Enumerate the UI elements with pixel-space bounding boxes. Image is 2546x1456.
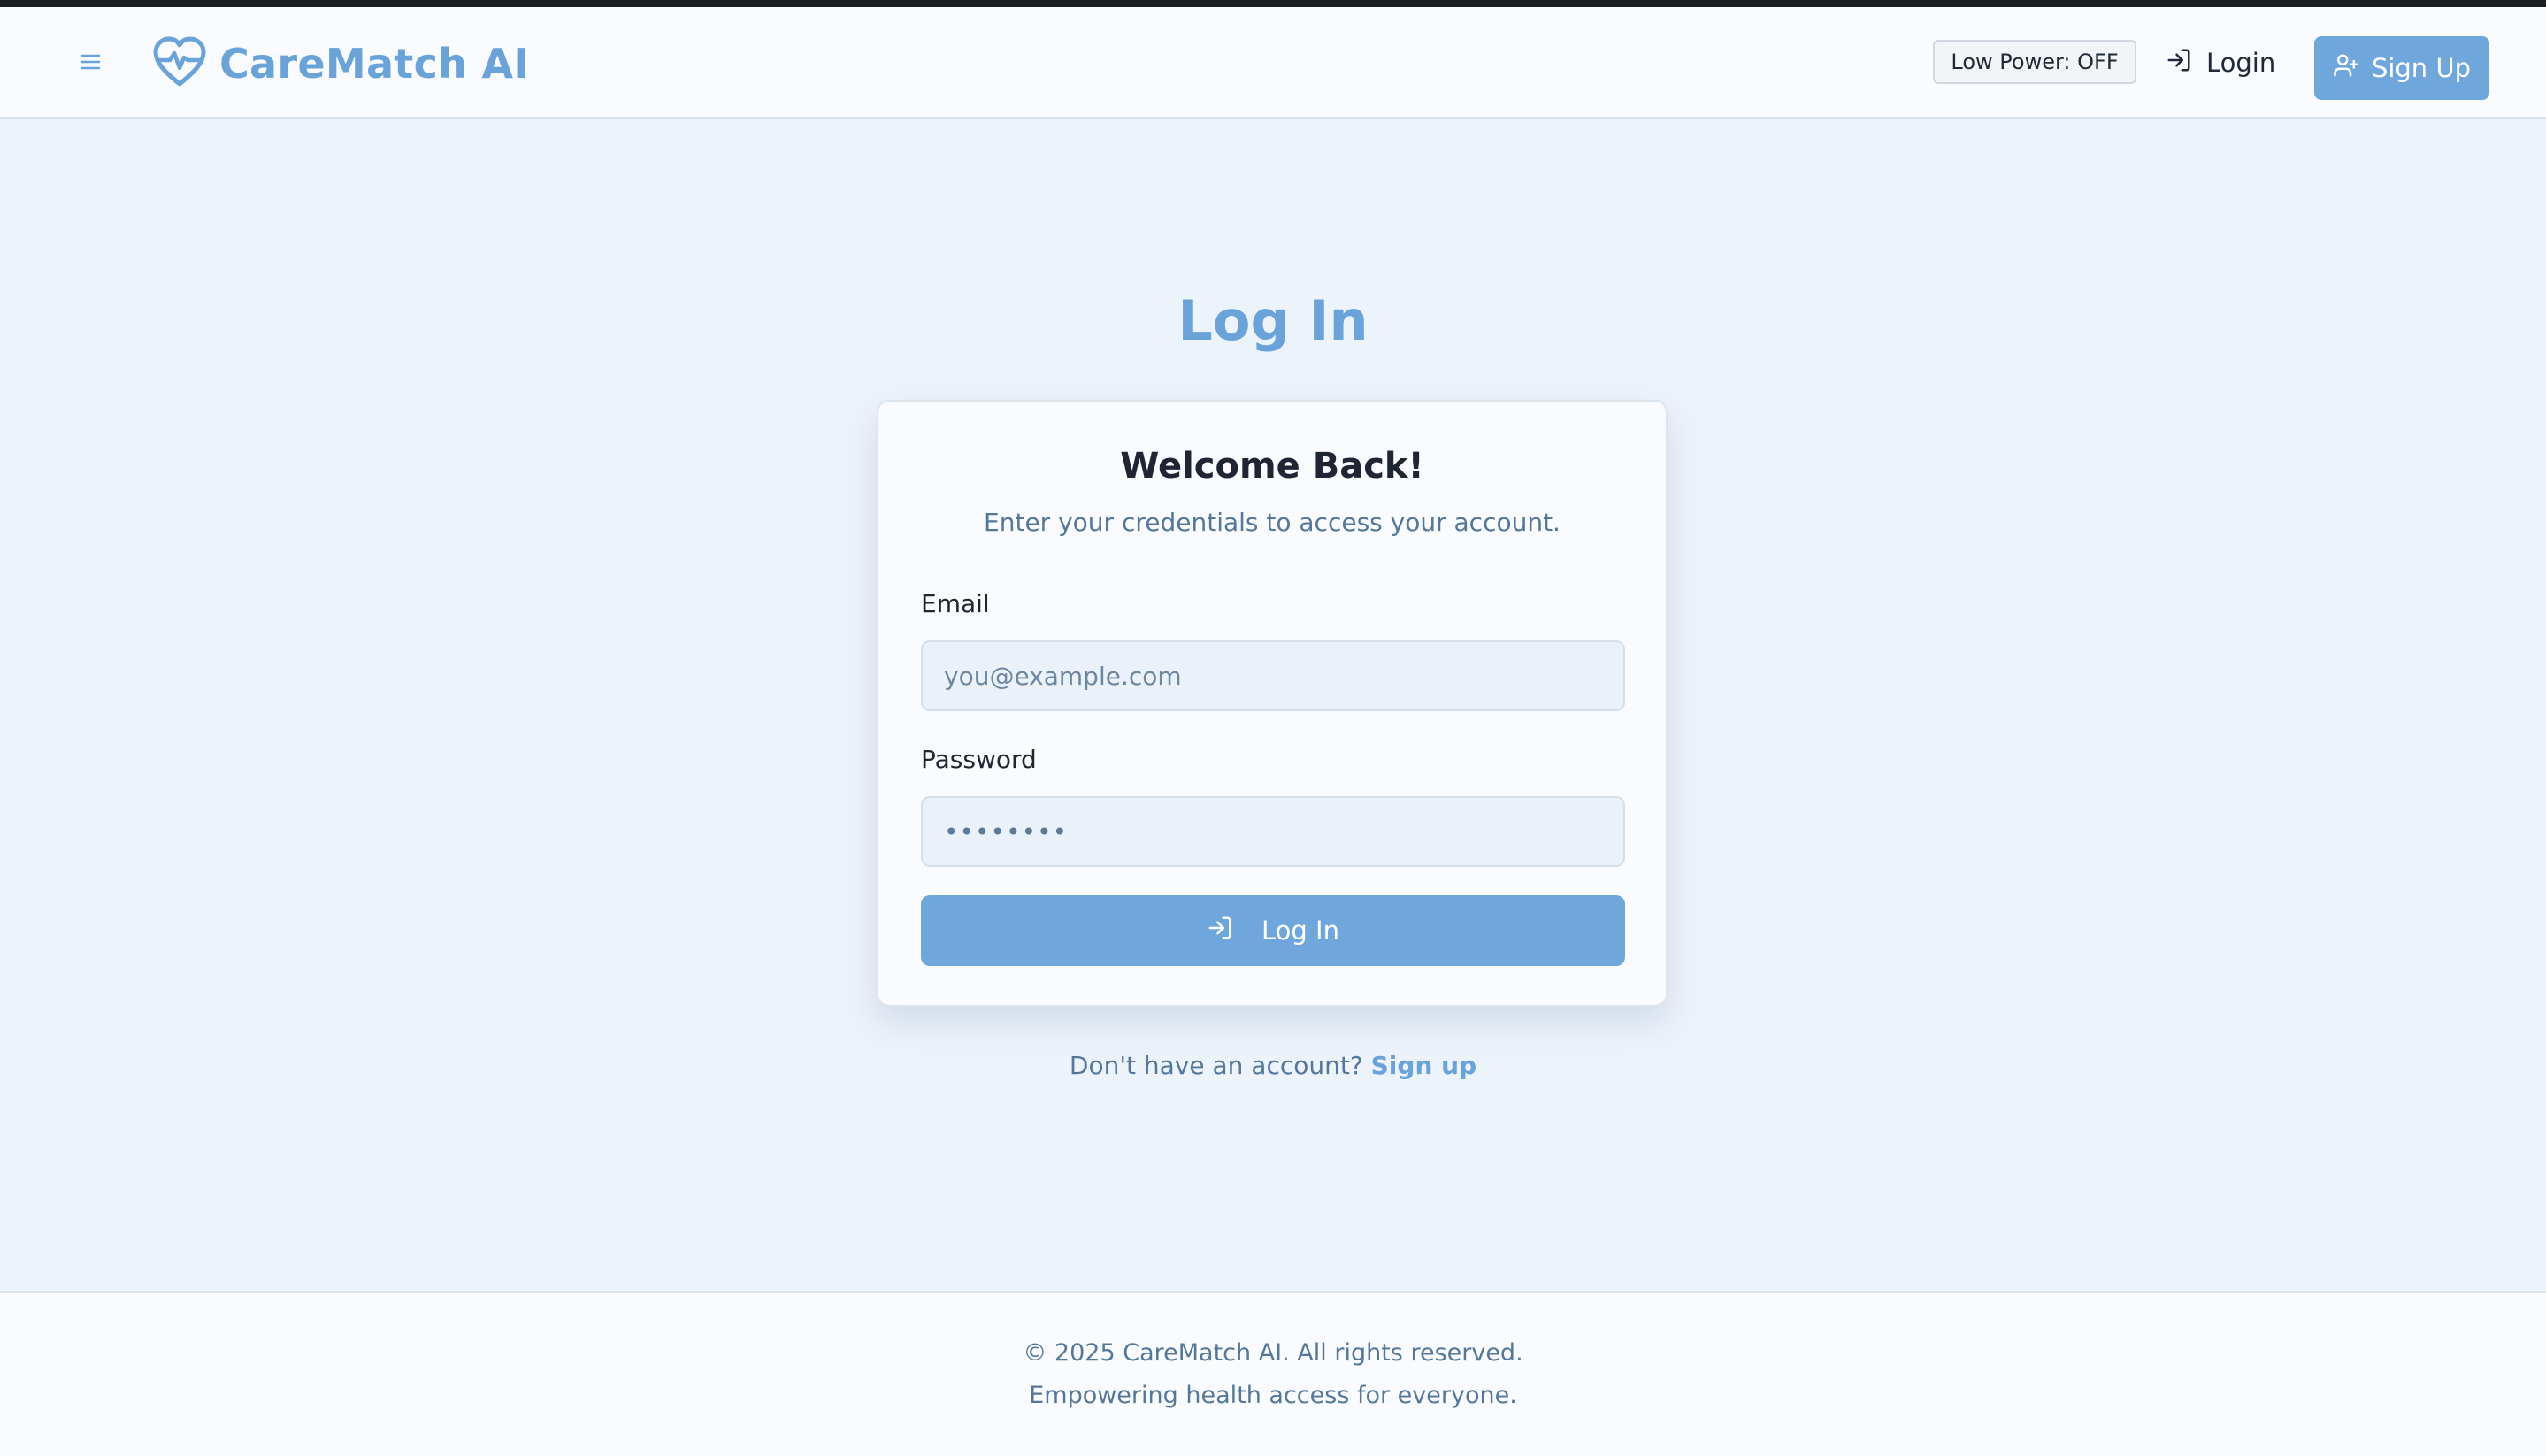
log-in-icon [2166, 47, 2192, 80]
email-label: Email [921, 589, 990, 618]
card-title: Welcome Back! [1120, 446, 1424, 487]
user-plus-icon [2333, 52, 2359, 85]
signup-prompt: Don't have an account? Sign up [0, 1051, 2546, 1080]
header-login-link[interactable]: Login [2166, 41, 2291, 85]
signup-link[interactable]: Sign up [1371, 1051, 1476, 1080]
card-subtitle: Enter your credentials to access your ac… [984, 508, 1561, 537]
footer-copyright: © 2025 CareMatch AI. All rights reserved… [1023, 1339, 1523, 1367]
low-power-toggle[interactable]: Low Power: OFF [1933, 40, 2136, 84]
log-in-icon [1207, 915, 1233, 947]
header-signup-button[interactable]: Sign Up [2314, 36, 2489, 100]
signup-prompt-text: Don't have an account? [1069, 1051, 1363, 1080]
brand-name: CareMatch AI [219, 40, 529, 88]
header-login-label: Login [2206, 48, 2276, 78]
email-input[interactable] [921, 640, 1625, 711]
password-label: Password [921, 745, 1037, 774]
login-submit-button[interactable]: Log In [921, 895, 1625, 966]
brand-logo[interactable]: CareMatch AI [152, 34, 529, 94]
menu-icon [80, 53, 101, 74]
footer-tagline: Empowering health access for everyone. [1029, 1382, 1517, 1409]
top-navbar: CareMatch AI Low Power: OFF Login Sign U… [0, 7, 2546, 119]
footer: © 2025 CareMatch AI. All rights reserved… [0, 1291, 2546, 1456]
menu-button[interactable] [73, 46, 108, 81]
heart-pulse-icon [152, 36, 207, 91]
login-card: Welcome Back! Enter your credentials to … [877, 400, 1668, 1007]
password-input[interactable] [921, 796, 1625, 867]
header-signup-label: Sign Up [2371, 53, 2472, 83]
login-submit-label: Log In [1261, 916, 1339, 946]
window-top-strip [0, 0, 2546, 7]
page-title: Log In [1177, 288, 1369, 353]
